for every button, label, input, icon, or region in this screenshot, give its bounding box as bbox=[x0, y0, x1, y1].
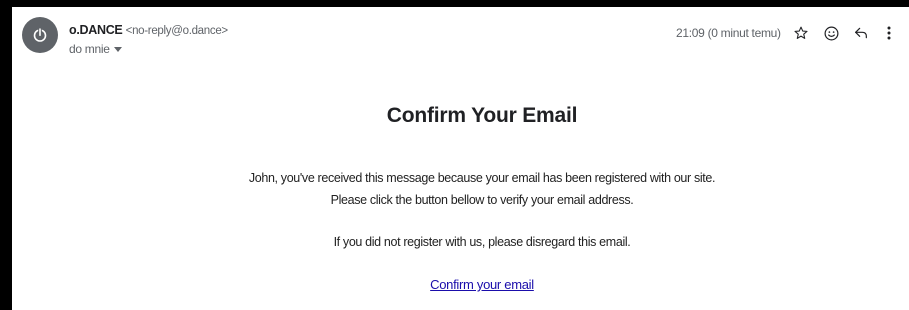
star-button[interactable] bbox=[790, 22, 812, 44]
more-vert-icon bbox=[887, 26, 891, 40]
confirm-link-row: Confirm your email bbox=[12, 277, 909, 292]
reply-icon bbox=[855, 27, 867, 39]
sender-email: <no-reply@o.dance> bbox=[125, 25, 228, 37]
caret-down-icon bbox=[113, 46, 122, 52]
email-panel: o.DANCE <no-reply@o.dance> do mnie 21:09… bbox=[12, 7, 909, 310]
power-icon bbox=[33, 28, 47, 42]
email-body-line-3: If you did not register with us, please … bbox=[333, 235, 631, 249]
sender-line: o.DANCE <no-reply@o.dance> bbox=[69, 23, 228, 37]
emoji-icon bbox=[824, 26, 838, 40]
sender-avatar[interactable] bbox=[22, 17, 58, 53]
window-frame: o.DANCE <no-reply@o.dance> do mnie 21:09… bbox=[0, 0, 909, 310]
recipient-label: do mnie bbox=[69, 42, 110, 56]
confirm-email-link[interactable]: Confirm your email bbox=[430, 277, 534, 292]
reply-button[interactable] bbox=[850, 22, 872, 44]
star-icon bbox=[794, 26, 808, 39]
email-body-line-1: John, you've received this message becau… bbox=[248, 171, 716, 185]
recipient-details-toggle[interactable]: do mnie bbox=[69, 42, 122, 56]
sender-name[interactable]: o.DANCE bbox=[69, 23, 123, 37]
more-options-button[interactable] bbox=[878, 22, 900, 44]
email-heading: Confirm Your Email bbox=[386, 104, 578, 127]
email-timestamp: 21:09 (0 minut temu) bbox=[676, 26, 781, 40]
emoji-reaction-button[interactable] bbox=[820, 22, 842, 44]
email-body-line-2: Please click the button bellow to verify… bbox=[330, 193, 634, 207]
